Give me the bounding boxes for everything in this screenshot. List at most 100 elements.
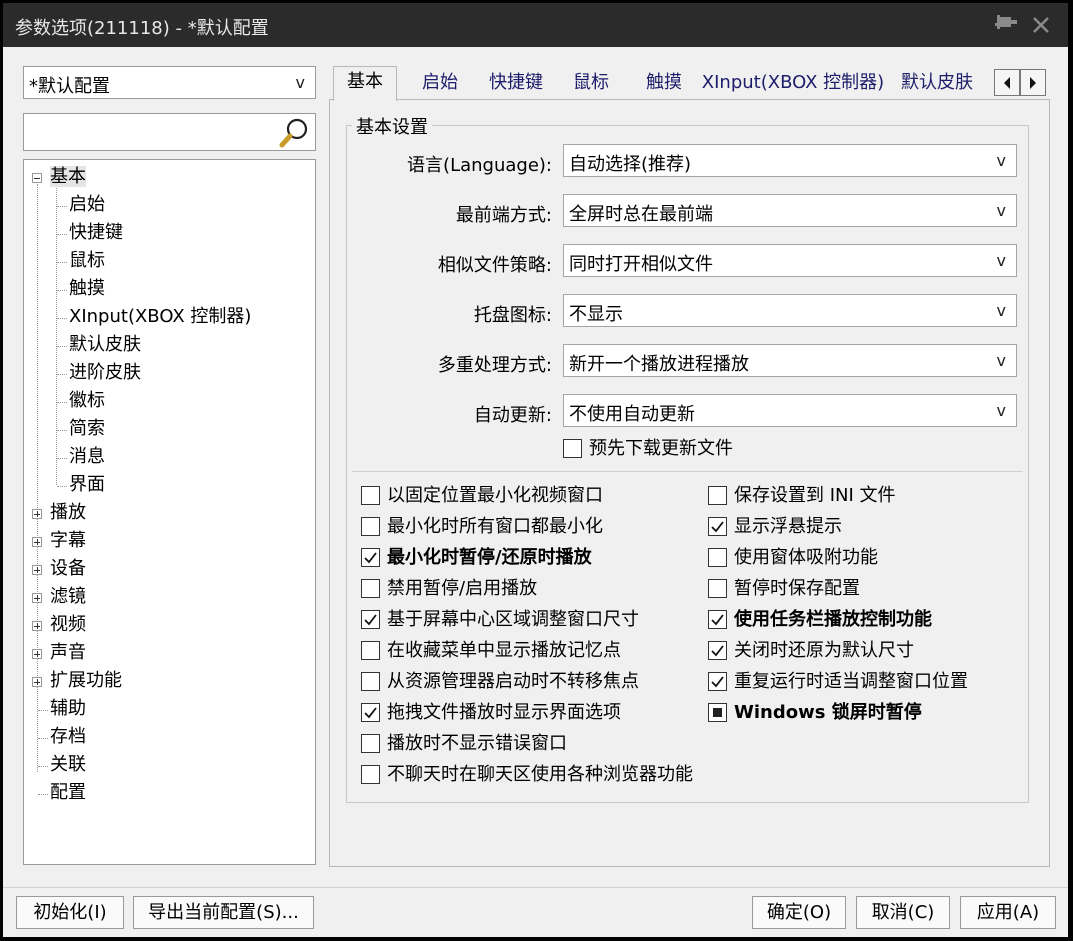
setting-select[interactable]: 新开一个播放进程播放 v [563, 344, 1017, 377]
tree-item[interactable]: 滤镜 [50, 584, 86, 610]
chevron-down-icon: v [996, 301, 1006, 320]
tree-item-label: 消息 [69, 446, 105, 467]
setting-label: 语言(Language): [407, 155, 552, 176]
tree-item[interactable]: 徽标 [69, 388, 105, 414]
setting-select-value: 新开一个播放进程播放 [569, 354, 749, 375]
tree-item[interactable]: 启始 [69, 192, 105, 218]
checkbox-icon[interactable] [708, 579, 727, 598]
checkbox-icon[interactable] [708, 548, 727, 567]
tree-item[interactable]: 界面 [69, 472, 105, 498]
tab-item[interactable]: 鼠标 [561, 68, 621, 100]
checkbox-label: 显示浮悬提示 [734, 516, 842, 537]
checkbox-icon[interactable] [361, 765, 380, 784]
setting-select[interactable]: 自动选择(推荐) v [563, 144, 1017, 177]
checkbox-label: 禁用暂停/启用播放 [387, 578, 538, 599]
tree-item[interactable]: 消息 [69, 444, 105, 470]
checkbox-icon[interactable] [361, 548, 380, 567]
checkbox-icon[interactable] [708, 517, 727, 536]
ok-button[interactable]: 确定(O) [752, 896, 846, 929]
tree-connector [57, 430, 67, 431]
setting-select[interactable]: 不显示 v [563, 294, 1017, 327]
tab-scroll-left[interactable] [994, 69, 1020, 96]
tree-item[interactable]: 基本 [50, 164, 86, 190]
tree-item[interactable]: 关联 [50, 752, 86, 778]
checkbox-icon[interactable] [361, 703, 380, 722]
tree-connector [57, 458, 67, 459]
pin-icon[interactable] [991, 11, 1019, 39]
expand-icon[interactable] [32, 621, 42, 631]
cancel-button[interactable]: 取消(C) [856, 896, 950, 929]
checkbox-icon[interactable] [563, 439, 582, 458]
tree-item[interactable]: 默认皮肤 [69, 332, 141, 358]
tab-item[interactable]: 快捷键 [479, 68, 553, 100]
tree-item[interactable]: 辅助 [50, 696, 86, 722]
tab-item[interactable]: 基本 [333, 66, 397, 101]
tree-item[interactable]: 鼠标 [69, 248, 105, 274]
tree-item[interactable]: 扩展功能 [50, 668, 122, 694]
tree-item[interactable]: 设备 [50, 556, 86, 582]
chevron-down-icon: v [996, 251, 1006, 270]
checkbox-icon[interactable] [361, 486, 380, 505]
tree-item-label: 关联 [50, 754, 86, 775]
expand-icon[interactable] [32, 593, 42, 603]
setting-select-value: 自动选择(推荐) [569, 154, 692, 175]
tab-item[interactable]: 触摸 [634, 68, 694, 100]
tree-item-label: 简索 [69, 418, 105, 439]
setting-select[interactable]: 不使用自动更新 v [563, 394, 1017, 427]
checkbox-icon[interactable] [708, 703, 727, 722]
expand-icon[interactable] [32, 509, 42, 519]
tree-item[interactable]: 字幕 [50, 528, 86, 554]
tree-item[interactable]: 快捷键 [69, 220, 123, 246]
setting-select[interactable]: 同时打开相似文件 v [563, 244, 1017, 277]
close-icon[interactable] [1027, 11, 1055, 39]
init-button[interactable]: 初始化(I) [16, 896, 124, 929]
tree-item[interactable]: 存档 [50, 724, 86, 750]
tab-item[interactable]: 启始 [405, 68, 475, 100]
tree-item[interactable]: 进阶皮肤 [69, 360, 141, 386]
checkbox-icon[interactable] [361, 610, 380, 629]
tab-scroll-right[interactable] [1020, 69, 1046, 96]
profile-select[interactable]: *默认配置 v [23, 66, 316, 99]
tree-item[interactable]: 播放 [50, 500, 86, 526]
checkbox-label: 关闭时还原为默认尺寸 [734, 640, 914, 661]
expand-icon[interactable] [32, 537, 42, 547]
apply-button[interactable]: 应用(A) [960, 896, 1056, 929]
tree-item[interactable]: 简索 [69, 416, 105, 442]
checkbox-icon[interactable] [708, 672, 727, 691]
tree-item-label: 配置 [50, 782, 86, 803]
tree-connector [38, 710, 48, 711]
checkbox-icon[interactable] [708, 641, 727, 660]
tree-item[interactable]: 配置 [50, 780, 86, 806]
tree-item[interactable]: XInput(XBOX 控制器) [69, 304, 251, 330]
tree-item[interactable]: 声音 [50, 640, 86, 666]
tab-strip: 基本 启始 快捷键 鼠标 触摸 XInput(XBOX 控制器) 默认皮肤 [329, 66, 1049, 101]
search-box [23, 113, 316, 151]
checkbox-icon[interactable] [361, 517, 380, 536]
tab-item[interactable]: XInput(XBOX 控制器) [697, 68, 889, 100]
collapse-icon[interactable] [32, 173, 42, 183]
tree-item-label: 触摸 [69, 278, 105, 299]
title-bar: 参数选项(211118) - *默认配置 [3, 3, 1068, 47]
tree-connector [57, 318, 67, 319]
tree-item[interactable]: 视频 [50, 612, 86, 638]
tree-item[interactable]: 触摸 [69, 276, 105, 302]
expand-icon[interactable] [32, 649, 42, 659]
tree-item-label: 设备 [50, 558, 86, 579]
category-tree: 基本 启始 快捷键 鼠标触摸 XInput(XBOX 控制器) 默认皮肤 进阶皮肤 徽标简索消… [23, 159, 316, 865]
search-input[interactable] [26, 116, 274, 148]
checkbox-icon[interactable] [361, 641, 380, 660]
tab-item[interactable]: 默认皮肤 [895, 68, 979, 100]
export-config-button[interactable]: 导出当前配置(S)... [133, 896, 314, 929]
checkbox-icon[interactable] [361, 579, 380, 598]
checkbox-icon[interactable] [708, 610, 727, 629]
expand-icon[interactable] [32, 565, 42, 575]
tree-connector [57, 234, 67, 235]
tree-item-label: 视频 [50, 614, 86, 635]
checkbox-icon[interactable] [361, 734, 380, 753]
expand-icon[interactable] [32, 677, 42, 687]
search-icon[interactable] [277, 116, 311, 150]
setting-select[interactable]: 全屏时总在最前端 v [563, 194, 1017, 227]
checkbox-icon[interactable] [361, 672, 380, 691]
checkbox-label: 最小化时暂停/还原时播放 [387, 547, 592, 568]
checkbox-icon[interactable] [708, 486, 727, 505]
